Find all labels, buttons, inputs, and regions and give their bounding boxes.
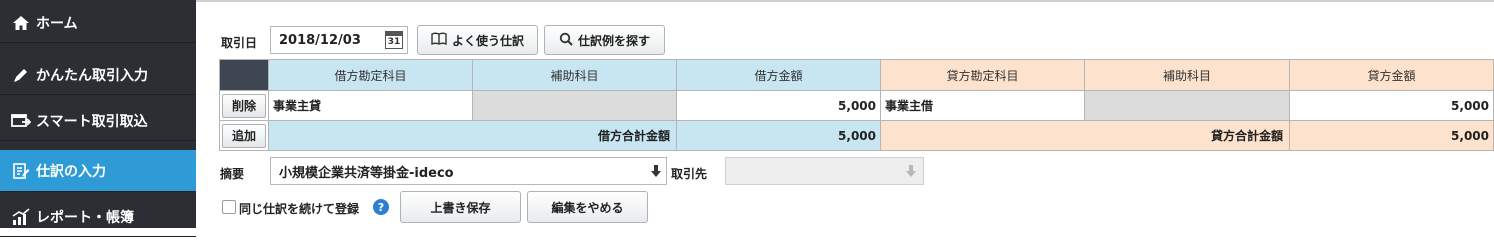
credit-total-label: 貸方合計金額 <box>880 120 1290 151</box>
search-icon <box>559 32 573 49</box>
credit-sub-cell <box>1084 90 1290 121</box>
column-header-debit-amount: 借方金額 <box>676 59 881 91</box>
help-icon[interactable]: ? <box>373 199 389 215</box>
table-header-row: 借方勘定科目 補助科目 借方金額 貸方勘定科目 補助科目 貸方金額 <box>219 59 1494 91</box>
column-header-credit-sub: 補助科目 <box>1084 59 1290 91</box>
memo-dropdown-arrow-icon[interactable] <box>645 157 667 185</box>
home-icon <box>6 15 36 31</box>
calendar-icon[interactable]: 31 <box>385 31 403 49</box>
top-divider <box>196 0 1494 2</box>
credit-amount-cell[interactable]: 5,000 <box>1289 90 1494 121</box>
memo-label: 摘要 <box>220 167 245 181</box>
date-label: 取引日 <box>221 36 258 50</box>
partner-label: 取引先 <box>671 167 708 181</box>
debit-sub-cell <box>472 90 677 121</box>
add-row-button[interactable]: 追加 <box>222 123 266 148</box>
sidebar-item-label: レポート・帳簿 <box>36 209 134 226</box>
journal-icon <box>6 162 36 180</box>
sidebar-item-label: かんたん取引入力 <box>36 67 148 84</box>
frequent-journal-button[interactable]: よく使う仕訳 <box>417 25 538 55</box>
sidebar-item-easy-entry[interactable]: かんたん取引入力 <box>0 55 196 95</box>
repeat-checkbox[interactable] <box>222 200 236 214</box>
import-icon <box>6 113 36 129</box>
sidebar-item-home[interactable]: ホーム <box>0 3 196 43</box>
book-icon <box>431 32 447 48</box>
sidebar-item-smart-import[interactable]: スマート取引取込 <box>0 101 196 141</box>
credit-account-cell[interactable]: 事業主借 <box>880 90 1085 121</box>
column-header-credit-account: 貸方勘定科目 <box>880 59 1085 91</box>
sidebar-item-reports[interactable]: レポート・帳簿 <box>0 197 196 237</box>
sidebar-item-label: スマート取引取込 <box>36 113 148 130</box>
debit-amount-cell[interactable]: 5,000 <box>676 90 881 121</box>
search-example-button[interactable]: 仕訳例を探す <box>544 25 665 55</box>
partner-input[interactable] <box>725 157 924 185</box>
overwrite-save-button[interactable]: 上書き保存 <box>400 191 521 223</box>
credit-total-value: 5,000 <box>1289 120 1494 151</box>
header-corner <box>219 59 269 91</box>
repeat-label: 同じ仕訳を続けて登録 <box>239 202 360 216</box>
chart-icon <box>6 207 36 226</box>
journal-table: 借方勘定科目 補助科目 借方金額 貸方勘定科目 補助科目 貸方金額 削除 事業主… <box>219 59 1494 151</box>
sidebar-item-label: ホーム <box>36 15 78 32</box>
cancel-edit-button[interactable]: 編集をやめる <box>527 191 648 223</box>
column-header-credit-amount: 貸方金額 <box>1289 59 1494 91</box>
table-row: 削除 事業主貸 5,000 事業主借 5,000 <box>219 90 1494 121</box>
delete-row-button[interactable]: 削除 <box>222 93 266 118</box>
sidebar-item-label: 仕訳の入力 <box>36 163 106 180</box>
column-header-debit-sub: 補助科目 <box>472 59 677 91</box>
sidebar-item-journal-entry[interactable]: 仕訳の入力 <box>0 150 196 192</box>
date-value: 2018/12/03 <box>279 32 361 48</box>
partner-dropdown-arrow-icon[interactable] <box>900 157 922 185</box>
pencil-icon <box>6 66 36 84</box>
debit-account-cell[interactable]: 事業主貸 <box>268 90 473 121</box>
debit-total-label: 借方合計金額 <box>268 120 677 151</box>
debit-total-value: 5,000 <box>676 120 881 151</box>
column-header-debit-account: 借方勘定科目 <box>268 59 473 91</box>
memo-input[interactable]: 小規模企業共済等掛金-ideco <box>270 157 667 185</box>
sidebar: ホーム かんたん取引入力 スマート取引取込 仕訳の入力 レポート・帳簿 <box>0 0 196 237</box>
table-total-row: 追加 借方合計金額 5,000 貸方合計金額 5,000 <box>219 120 1494 151</box>
